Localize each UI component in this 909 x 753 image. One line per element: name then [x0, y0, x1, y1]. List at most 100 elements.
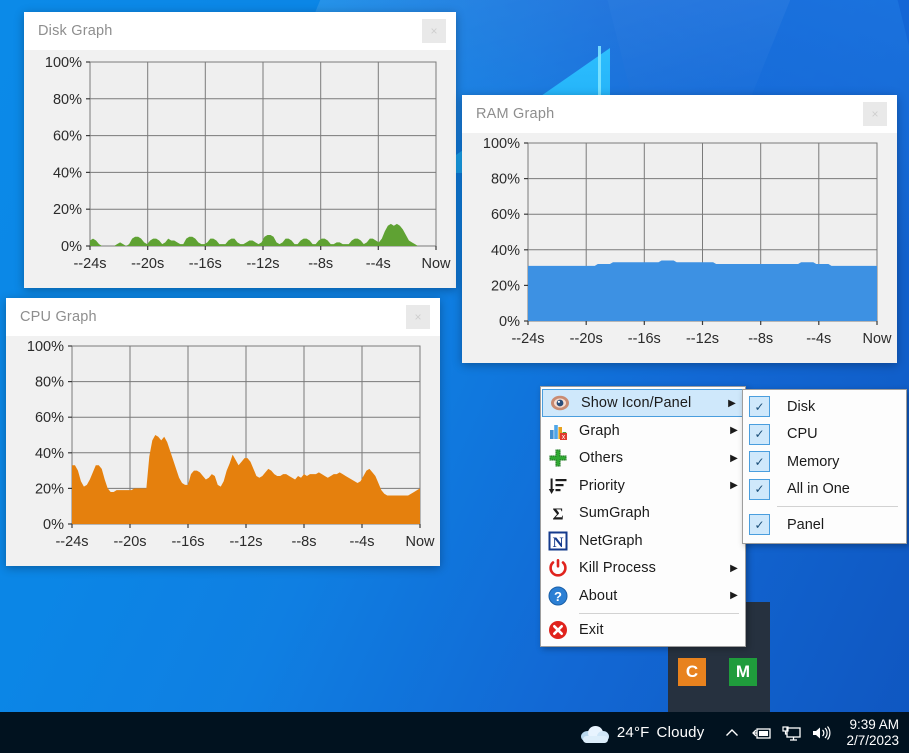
svg-text:--20s: --20s: [570, 331, 603, 347]
chevron-right-icon: ▶: [730, 590, 738, 602]
svg-text:--4s: --4s: [366, 256, 391, 272]
show-icon-panel-submenu[interactable]: ✓ Disk ✓ CPU ✓ Memory ✓ All in One ✓ Panel: [742, 389, 907, 544]
svg-text:0%: 0%: [499, 314, 520, 330]
svg-text:--8s: --8s: [308, 256, 333, 272]
taskbar[interactable]: 24°F Cloudy 9:39 AM 2/7/2023: [0, 712, 909, 753]
green-plus-icon: [541, 445, 575, 472]
menu-item-label: SumGraph: [579, 505, 650, 522]
submenu-item-all-in-one[interactable]: ✓ All in One: [743, 476, 906, 504]
svg-text:Now: Now: [862, 331, 892, 347]
svg-text:100%: 100%: [27, 339, 64, 355]
letter-n-icon: N: [541, 527, 575, 554]
cpu-graph-titlebar[interactable]: CPU Graph ×: [6, 298, 440, 336]
svg-text:--24s: --24s: [511, 331, 544, 347]
chevron-right-icon: ▶: [728, 397, 736, 409]
svg-text:40%: 40%: [491, 243, 520, 259]
disk-graph-window[interactable]: Disk Graph × 100% 80% 60% 40% 20% 0% --24s --20…: [24, 12, 456, 288]
menu-item-show-icon-panel[interactable]: Show Icon/Panel ▶: [542, 389, 744, 417]
svg-text:20%: 20%: [35, 481, 64, 497]
network-monitor-icon[interactable]: [777, 712, 807, 753]
clock-time: 9:39 AM: [849, 716, 899, 732]
tray-context-menu[interactable]: Show Icon/Panel ▶ x Graph ▶ Others ▶ Priority ▶ Σ…: [540, 386, 746, 647]
checkmark-icon[interactable]: ✓: [749, 514, 770, 536]
chevron-right-icon: ▶: [730, 562, 738, 574]
menu-item-exit[interactable]: Exit: [541, 617, 745, 645]
svg-text:--8s: --8s: [292, 534, 317, 550]
svg-text:?: ?: [554, 589, 562, 604]
menu-item-label: Show Icon/Panel: [581, 395, 692, 411]
ram-graph-titlebar[interactable]: RAM Graph ×: [462, 95, 897, 133]
cpu-graph-plot: 100% 80% 60% 40% 20% 0% --24s --20s --16s --12s --…: [6, 336, 440, 566]
battery-charging-icon[interactable]: [747, 712, 777, 753]
system-tray[interactable]: [717, 712, 837, 753]
svg-text:0%: 0%: [43, 517, 64, 533]
svg-text:--8s: --8s: [748, 331, 773, 347]
ram-graph-window[interactable]: RAM Graph × 100% 80% 60% 40% 20% 0% --24s --20s…: [462, 95, 897, 363]
menu-item-others[interactable]: Others ▶: [541, 445, 745, 473]
svg-text:--16s: --16s: [189, 256, 222, 272]
eye-icon: [543, 390, 577, 417]
menu-item-netgraph[interactable]: N NetGraph: [541, 527, 745, 555]
menu-separator: [579, 612, 739, 614]
checkmark-icon[interactable]: ✓: [749, 478, 770, 500]
checkmark-icon[interactable]: ✓: [749, 396, 770, 418]
svg-text:60%: 60%: [53, 129, 82, 145]
menu-item-sumgraph[interactable]: Σ SumGraph: [541, 500, 745, 528]
panel-tile-c[interactable]: C: [678, 658, 706, 686]
cpu-graph-window[interactable]: CPU Graph × 100% 80% 60% 40% 20% 0% --24s --20s…: [6, 298, 440, 566]
menu-item-label: NetGraph: [579, 532, 643, 549]
svg-text:--12s: --12s: [246, 256, 279, 272]
submenu-item-disk[interactable]: ✓ Disk: [743, 393, 906, 421]
svg-text:--16s: --16s: [171, 534, 204, 550]
taskbar-weather-widget[interactable]: 24°F Cloudy: [580, 723, 705, 743]
volume-icon[interactable]: [807, 712, 837, 753]
menu-item-label: Kill Process: [579, 560, 656, 577]
menu-item-kill-process[interactable]: Kill Process ▶: [541, 555, 745, 583]
sort-icon: [541, 472, 575, 499]
svg-text:--24s: --24s: [73, 256, 106, 272]
weather-condition: Cloudy: [656, 724, 705, 741]
svg-text:--4s: --4s: [806, 331, 831, 347]
menu-item-priority[interactable]: Priority ▶: [541, 472, 745, 500]
cloud-icon: [580, 723, 610, 743]
chevron-up-icon[interactable]: [717, 712, 747, 753]
menu-item-label: Others: [579, 450, 624, 467]
svg-text:40%: 40%: [35, 446, 64, 462]
svg-text:Now: Now: [405, 534, 435, 550]
svg-text:N: N: [553, 535, 564, 551]
svg-text:Now: Now: [421, 256, 451, 272]
close-x-icon: [541, 617, 575, 644]
submenu-item-label: Memory: [787, 453, 840, 470]
menu-item-label: Priority: [579, 477, 625, 494]
cpu-graph-title: CPU Graph: [20, 309, 97, 325]
submenu-item-label: CPU: [787, 426, 818, 443]
svg-text:--12s: --12s: [229, 534, 262, 550]
submenu-item-label: Panel: [787, 516, 825, 533]
svg-text:80%: 80%: [35, 375, 64, 391]
svg-text:--24s: --24s: [55, 534, 88, 550]
disk-graph-plot: 100% 80% 60% 40% 20% 0% --24s --20s --16s --12s --…: [24, 50, 456, 288]
disk-graph-close-button[interactable]: ×: [422, 19, 446, 43]
menu-item-graph[interactable]: x Graph ▶: [541, 417, 745, 445]
svg-text:x: x: [562, 434, 566, 441]
disk-graph-title: Disk Graph: [38, 23, 113, 39]
menu-item-about[interactable]: ? About ▶: [541, 582, 745, 610]
panel-tile-m[interactable]: M: [729, 658, 757, 686]
power-icon: [541, 555, 575, 582]
taskbar-clock[interactable]: 9:39 AM 2/7/2023: [846, 717, 899, 749]
disk-graph-titlebar[interactable]: Disk Graph ×: [24, 12, 456, 50]
cpu-graph-close-button[interactable]: ×: [406, 305, 430, 329]
bar-chart-icon: x: [541, 417, 575, 444]
submenu-item-panel[interactable]: ✓ Panel: [743, 511, 906, 539]
svg-text:20%: 20%: [53, 202, 82, 218]
submenu-item-cpu[interactable]: ✓ CPU: [743, 421, 906, 449]
checkmark-icon[interactable]: ✓: [749, 451, 770, 473]
ram-graph-close-button[interactable]: ×: [863, 102, 887, 126]
weather-temperature: 24°F: [616, 724, 650, 741]
svg-text:--12s: --12s: [686, 331, 719, 347]
svg-text:Σ: Σ: [552, 505, 563, 524]
svg-text:100%: 100%: [45, 55, 82, 71]
checkmark-icon[interactable]: ✓: [749, 423, 770, 445]
clock-date: 2/7/2023: [846, 732, 899, 748]
submenu-item-memory[interactable]: ✓ Memory: [743, 448, 906, 476]
